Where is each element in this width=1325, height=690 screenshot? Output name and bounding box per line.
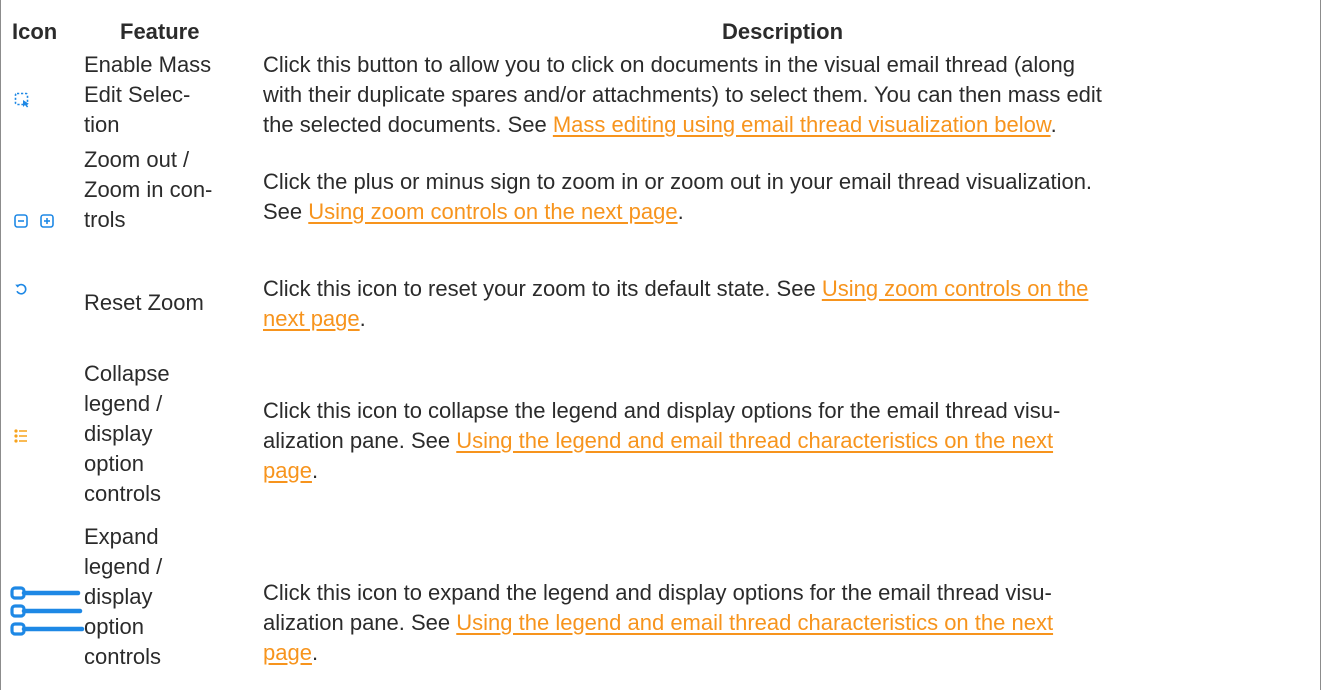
collapse-legend-icon[interactable]	[14, 429, 28, 443]
feature-line: legend /	[84, 554, 163, 579]
feature-line: Enable Mass	[84, 52, 212, 77]
feature-line: display	[84, 584, 153, 609]
header-description: Description	[722, 19, 844, 44]
description-cell: Click this icon to collapse the legend a…	[263, 396, 1303, 486]
description-text: Click this icon to reset your zoom to it…	[263, 276, 822, 301]
feature-line: controls	[84, 481, 162, 506]
link-mass-editing[interactable]: Mass editing using email thread visualiz…	[553, 112, 1051, 137]
feature-line: Reset Zoom	[84, 290, 204, 315]
header-feature: Feature	[120, 19, 200, 44]
feature-line: display	[84, 421, 153, 446]
description-text: .	[359, 306, 366, 331]
feature-cell: Expand legend / display option controls	[84, 522, 270, 672]
link-legend-characteristics-continued[interactable]: page	[263, 458, 312, 483]
feature-line: Zoom in con-	[84, 177, 213, 202]
link-legend-characteristics[interactable]: Using the legend and email thread charac…	[456, 610, 1053, 635]
description-text: .	[311, 458, 319, 483]
feature-cell: Enable Mass Edit Selec- tion	[84, 50, 270, 140]
description-text: Click this icon to expand the legend and…	[263, 580, 1052, 605]
description-text: .	[311, 640, 319, 665]
feature-line: Expand	[84, 524, 159, 549]
feature-line: option	[84, 614, 144, 639]
feature-cell: Zoom out / Zoom in con- trols	[84, 145, 270, 235]
link-legend-characteristics-continued[interactable]: page	[263, 640, 312, 665]
feature-line: legend /	[84, 391, 163, 416]
description-cell: Click this icon to expand the legend and…	[263, 578, 1303, 668]
feature-cell: Reset Zoom	[84, 288, 270, 318]
link-zoom-controls-continued[interactable]: next page	[263, 306, 360, 331]
description-text: alization pane. See	[263, 610, 457, 635]
link-zoom-controls[interactable]: Using zoom controls on the	[822, 276, 1089, 301]
feature-line: Edit Selec-	[84, 82, 191, 107]
feature-line: Zoom out /	[84, 147, 190, 172]
feature-table: Icon Feature Description Enable Mass Edi…	[0, 0, 1325, 690]
zoom-out-zoom-in-icons	[14, 213, 56, 229]
reset-zoom-icon[interactable]	[14, 282, 28, 296]
feature-line: option	[84, 451, 144, 476]
description-text: .	[677, 199, 684, 224]
link-zoom-controls[interactable]: Using zoom controls on the next page	[308, 199, 677, 224]
header-icon: Icon	[12, 19, 58, 44]
description-text: alization pane. See	[263, 428, 457, 453]
description-text: Click the plus or minus sign to zoom in …	[263, 169, 1093, 194]
description-cell: Click this button to allow you to click …	[263, 50, 1303, 140]
feature-cell: Collapse legend / display option control…	[84, 359, 270, 509]
zoom-in-icon	[40, 214, 54, 228]
description-text: Click this icon to collapse the legend a…	[263, 398, 1061, 423]
feature-line: tion	[84, 112, 120, 137]
table-right-border	[1320, 0, 1321, 690]
link-legend-characteristics[interactable]: Using the legend and email thread charac…	[456, 428, 1053, 453]
description-text: with their duplicate spares and/or attac…	[263, 82, 1102, 107]
feature-line: controls	[84, 644, 162, 669]
description-text: See	[263, 199, 309, 224]
description-cell: Click this icon to reset your zoom to it…	[263, 274, 1303, 334]
description-cell: Click the plus or minus sign to zoom in …	[263, 167, 1303, 227]
table-left-border	[0, 0, 1, 690]
mass-edit-select-icon[interactable]	[14, 92, 30, 108]
feature-line: Collapse	[84, 361, 170, 386]
description-text: .	[1050, 112, 1057, 137]
description-text: the selected documents. See	[263, 112, 553, 137]
expand-legend-icon[interactable]	[10, 584, 90, 644]
zoom-out-icon	[14, 214, 28, 228]
description-text: Click this button to allow you to click …	[263, 52, 1075, 77]
feature-line: trols	[84, 207, 126, 232]
